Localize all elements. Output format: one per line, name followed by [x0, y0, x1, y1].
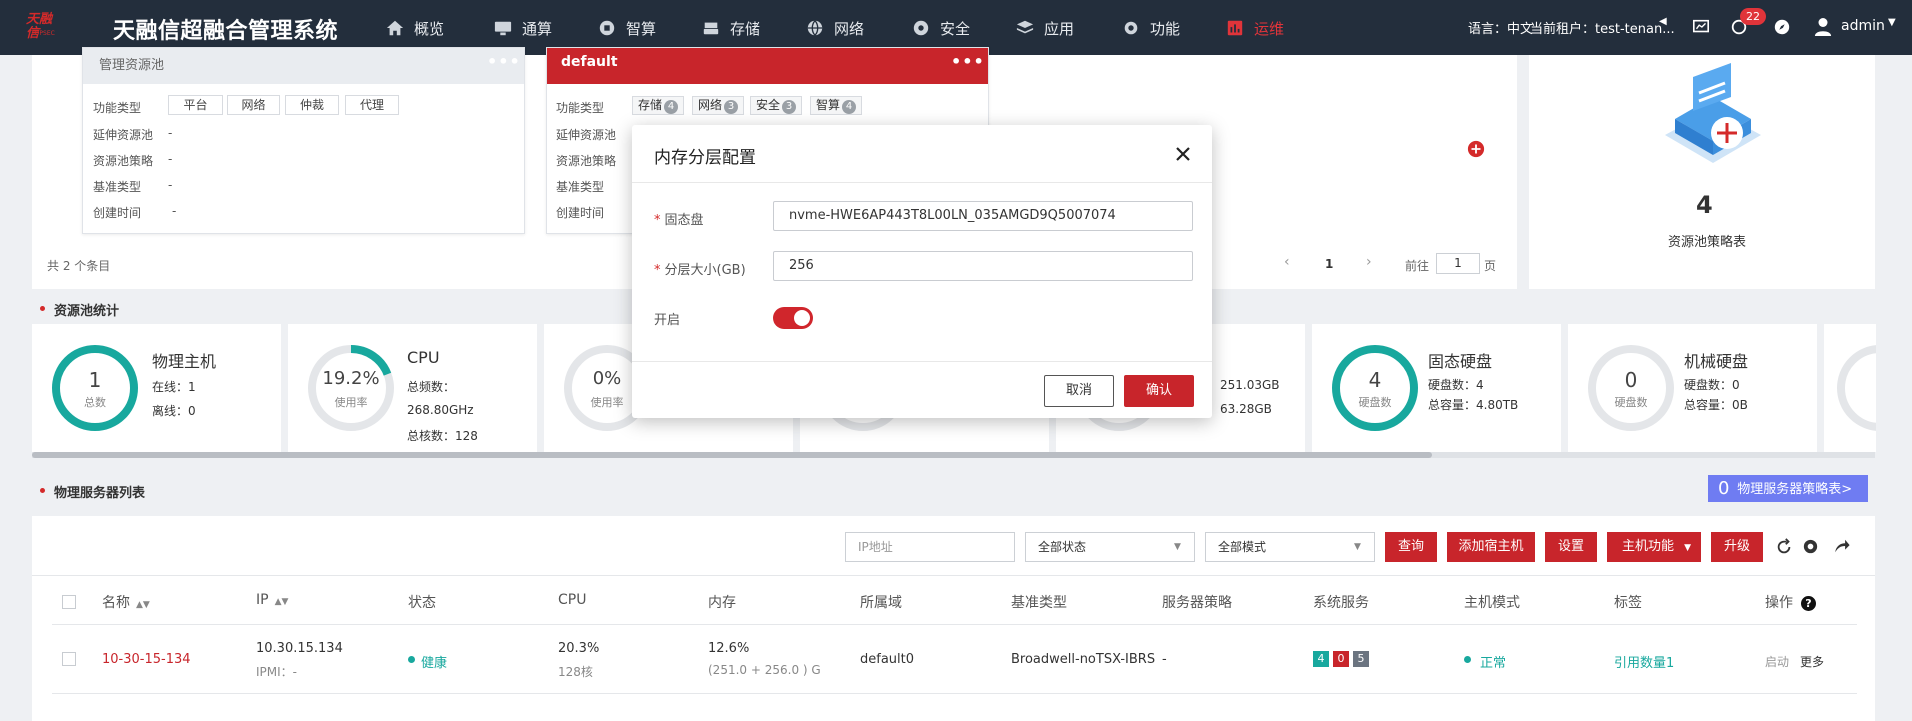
toggle-knob [794, 310, 810, 326]
cancel-button[interactable]: 取消 [1044, 375, 1114, 407]
dialog-divider [632, 182, 1212, 183]
tier-size-input[interactable]: 256 [773, 251, 1193, 281]
tier-size-label: * 分层大小(GB) [654, 259, 746, 278]
required-mark: * [654, 263, 661, 278]
enable-toggle[interactable] [773, 307, 813, 329]
ssd-label: * 固态盘 [654, 209, 704, 228]
required-mark: * [654, 213, 661, 228]
confirm-button[interactable]: 确认 [1124, 375, 1194, 407]
close-icon[interactable] [1172, 143, 1194, 165]
dialog-title: 内存分层配置 [654, 148, 756, 168]
enable-label: 开启 [654, 313, 681, 328]
dialog-divider [632, 361, 1212, 362]
label-text: 分层大小(GB) [664, 263, 746, 278]
label-text: 固态盘 [664, 213, 704, 228]
ssd-input[interactable]: nvme-HWE6AP443T8L00LN_035AMGD9Q5007074 [773, 201, 1193, 231]
memory-tier-dialog: 内存分层配置 * 固态盘 nvme-HWE6AP443T8L00LN_035AMG… [632, 125, 1212, 418]
